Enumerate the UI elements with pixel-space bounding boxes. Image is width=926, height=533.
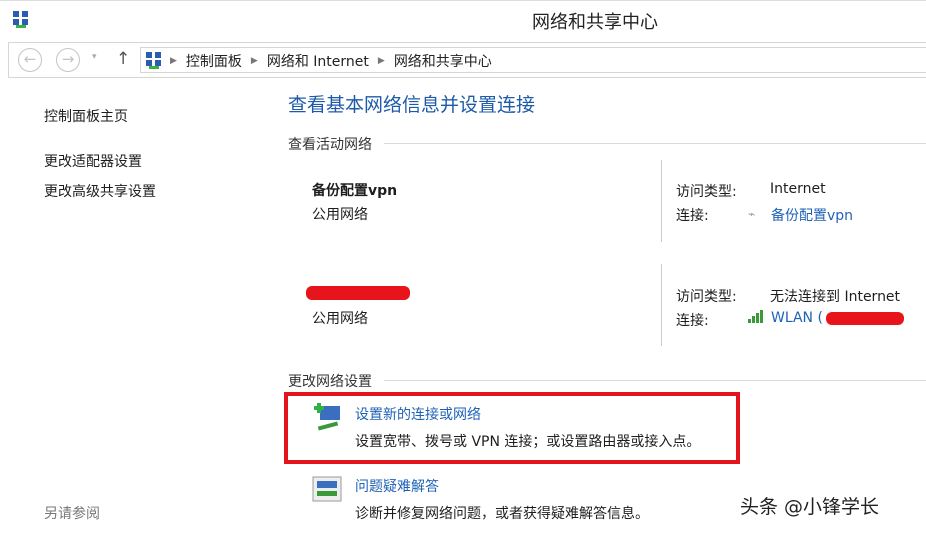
access-type-value: Internet bbox=[770, 181, 826, 197]
up-button[interactable]: ↑ bbox=[116, 49, 130, 69]
sidebar-item-adapter-settings[interactable]: 更改适配器设置 bbox=[44, 151, 142, 171]
sidebar-item-advanced-sharing[interactable]: 更改高级共享设置 bbox=[44, 181, 156, 201]
title-bar bbox=[0, 0, 926, 40]
breadcrumb-control-panel[interactable]: 控制面板 bbox=[186, 51, 242, 71]
setup-new-connection-link[interactable]: 设置新的连接或网络 bbox=[355, 404, 481, 424]
troubleshoot-icon bbox=[312, 476, 342, 506]
chevron-right-icon: ▶ bbox=[377, 56, 385, 66]
connection-label: 连接: bbox=[676, 208, 709, 224]
network-category[interactable]: 公用网络 bbox=[312, 308, 368, 328]
see-also-label: 另请参阅 bbox=[44, 506, 100, 522]
vpn-cable-icon: ⌁ bbox=[748, 207, 756, 221]
wifi-signal-icon bbox=[748, 309, 766, 327]
breadcrumb: ▶ 控制面板 ▶ 网络和 Internet ▶ 网络和共享中心 bbox=[170, 51, 492, 71]
breadcrumb-network-internet[interactable]: 网络和 Internet bbox=[267, 51, 369, 71]
back-button[interactable]: ← bbox=[18, 48, 42, 72]
recent-dropdown-icon[interactable]: ▾ bbox=[92, 52, 97, 62]
network-center-icon bbox=[12, 10, 30, 32]
new-connection-icon bbox=[312, 402, 344, 436]
access-type-label: 访问类型: bbox=[676, 184, 737, 200]
task-description: 设置宽带、拨号或 VPN 连接；或设置路由器或接入点。 bbox=[355, 434, 701, 450]
task-description: 诊断并修复网络问题，或者获得疑难解答信息。 bbox=[355, 506, 649, 522]
divider bbox=[661, 160, 662, 242]
redacted-network-name bbox=[306, 286, 410, 300]
network-name: 备份配置vpn bbox=[312, 183, 398, 199]
wlan-connection-link[interactable]: WLAN ( bbox=[771, 310, 823, 326]
chevron-right-icon: ▶ bbox=[170, 56, 177, 66]
forward-button[interactable]: → bbox=[56, 48, 80, 72]
divider bbox=[384, 143, 926, 144]
redacted-ssid bbox=[826, 312, 904, 325]
sidebar-item-control-panel-home[interactable]: 控制面板主页 bbox=[44, 106, 128, 126]
connection-label: 连接: bbox=[676, 313, 709, 329]
troubleshoot-link[interactable]: 问题疑难解答 bbox=[355, 476, 439, 496]
vpn-connection-link[interactable]: 备份配置vpn bbox=[771, 205, 853, 225]
access-type-label: 访问类型: bbox=[676, 289, 737, 305]
page-title: 查看基本网络信息并设置连接 bbox=[288, 94, 536, 116]
divider bbox=[384, 380, 926, 381]
highlight-box bbox=[284, 392, 740, 464]
chevron-right-icon: ▶ bbox=[250, 56, 258, 66]
access-type-value: 无法连接到 Internet bbox=[770, 289, 901, 305]
breadcrumb-sharing-center[interactable]: 网络和共享中心 bbox=[394, 51, 492, 71]
window-title: 网络和共享中心 bbox=[532, 12, 658, 33]
watermark: 头条 @小锋学长 bbox=[740, 496, 880, 518]
divider bbox=[661, 264, 662, 346]
change-settings-label: 更改网络设置 bbox=[288, 374, 372, 390]
active-networks-label: 查看活动网络 bbox=[288, 137, 372, 153]
network-category[interactable]: 公用网络 bbox=[312, 204, 368, 224]
control-panel-icon bbox=[145, 51, 163, 73]
